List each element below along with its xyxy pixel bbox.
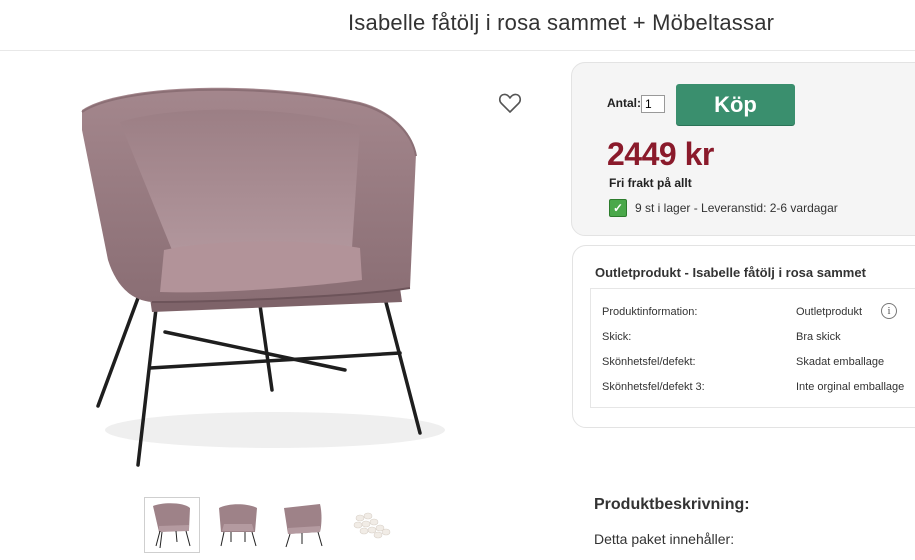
page-header: Isabelle fåtölj i rosa sammet + Möbeltas… — [0, 0, 915, 51]
description-heading: Produktbeskrivning: — [594, 496, 750, 513]
outlet-row: Skick: Bra skick — [602, 331, 915, 349]
favorite-heart-icon[interactable] — [498, 92, 522, 114]
quantity-input[interactable] — [641, 95, 665, 113]
outlet-row: Produktinformation: Outletprodukt i — [602, 303, 915, 324]
quantity-label: Antal: — [607, 96, 641, 110]
outlet-row: Skönhetsfel/defekt 3: Inte orginal embal… — [602, 381, 915, 399]
thumbnail-strip — [144, 497, 398, 553]
thumbnail-3[interactable] — [276, 497, 332, 553]
outlet-row-value: Outletprodukt — [796, 306, 863, 318]
outlet-panel: Outletprodukt - Isabelle fåtölj i rosa s… — [572, 245, 915, 428]
outlet-details-table: Produktinformation: Outletprodukt i Skic… — [590, 288, 915, 408]
thumbnail-2[interactable] — [210, 497, 266, 553]
outlet-title: Outletprodukt - Isabelle fåtölj i rosa s… — [595, 265, 866, 280]
shipping-info: Fri frakt på allt — [609, 176, 692, 190]
buy-panel: Antal: Köp 2449 kr Fri frakt på allt ✓ 9… — [571, 62, 915, 236]
buy-button[interactable]: Köp — [676, 84, 795, 125]
outlet-row: Skönhetsfel/defekt: Skadat emballage — [602, 356, 915, 374]
product-title: Isabelle fåtölj i rosa sammet + Möbeltas… — [348, 10, 775, 35]
description-intro: Detta paket innehåller: — [594, 531, 735, 547]
product-main-image[interactable] — [60, 70, 450, 475]
outlet-row-value: Inte orginal emballage — [796, 381, 905, 393]
stock-status: ✓ 9 st i lager - Leveranstid: 2-6 vardag… — [609, 199, 838, 217]
outlet-row-key: Skönhetsfel/defekt 3: — [602, 381, 705, 393]
armchair-image — [81, 87, 445, 467]
thumbnail-1[interactable] — [144, 497, 200, 553]
outlet-row-value: Skadat emballage — [796, 356, 885, 368]
checkmark-icon: ✓ — [609, 199, 627, 217]
info-icon[interactable]: i — [881, 303, 897, 319]
price: 2449 kr — [607, 136, 714, 172]
thumbnail-4[interactable] — [342, 497, 398, 553]
outlet-row-key: Skick: — [602, 331, 632, 343]
outlet-row-key: Produktinformation: — [602, 306, 698, 318]
outlet-row-value: Bra skick — [796, 331, 841, 343]
outlet-row-key: Skönhetsfel/defekt: — [602, 356, 696, 368]
stock-text: 9 st i lager - Leveranstid: 2-6 vardagar — [635, 201, 838, 215]
